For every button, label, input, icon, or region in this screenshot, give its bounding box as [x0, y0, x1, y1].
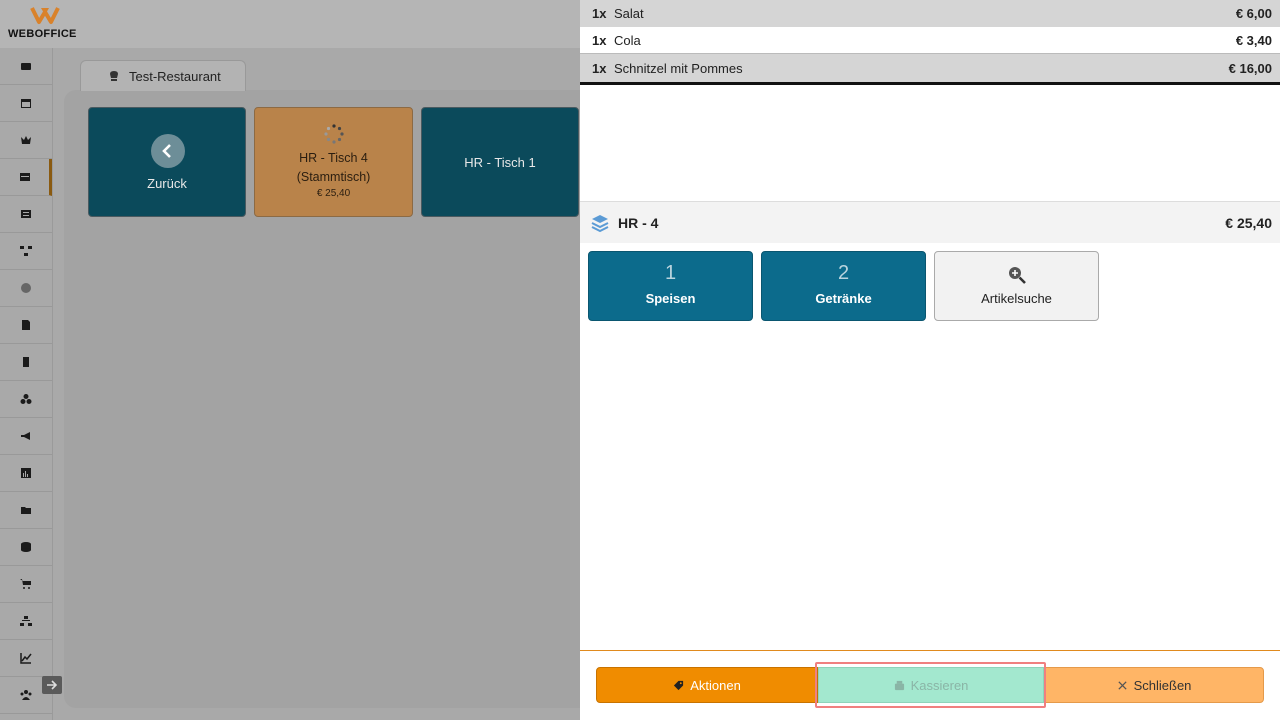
tab-label: Test-Restaurant [129, 68, 221, 84]
brand-name: WEBOFFICE [8, 28, 77, 40]
sidebar-item-page[interactable] [0, 344, 52, 381]
category-number: 1 [664, 262, 677, 284]
cubes-icon [20, 394, 32, 404]
sidebar-item-crown[interactable] [0, 122, 52, 159]
network-icon [20, 246, 32, 256]
sidebar-item-cart[interactable] [0, 566, 52, 603]
table-icon [19, 173, 30, 181]
category-number: 2 [837, 262, 850, 284]
category-label: Getränke [815, 291, 872, 306]
layers-icon [591, 215, 609, 233]
sidebar-item-document[interactable] [0, 307, 52, 344]
bar-chart-icon [21, 468, 31, 478]
order-panel: 1x Salat € 6,00 1x Cola € 3,40 1x Schnit… [580, 0, 1280, 720]
sitemap-icon [20, 616, 32, 626]
sidebar-item-network[interactable] [0, 233, 52, 270]
category-speisen-button[interactable]: 1 Speisen [588, 251, 753, 321]
page-icon [23, 357, 29, 367]
item-quantity: 1x [592, 6, 607, 21]
tag-icon [674, 680, 684, 690]
category-label: Speisen [645, 291, 696, 306]
table-tile-tisch-1[interactable]: HR - Tisch 1 [421, 107, 579, 217]
item-price: € 3,40 [1235, 32, 1272, 48]
arrow-right-icon [47, 680, 58, 690]
category-getraenke-button[interactable]: 2 Getränke [761, 251, 926, 321]
sidebar [0, 48, 53, 720]
crown-icon [21, 136, 31, 144]
chevron-left-icon [151, 134, 185, 168]
loading-spinner-icon [324, 124, 344, 144]
table-name: HR - Tisch 4 [299, 151, 368, 165]
sidebar-item-line-chart[interactable] [0, 640, 52, 677]
table-subtitle: (Stammtisch) [296, 170, 371, 184]
top-header: WEBOFFICE [0, 0, 580, 48]
item-price: € 6,00 [1235, 6, 1272, 21]
chef-hat-icon [110, 71, 118, 81]
sidebar-item-database[interactable] [0, 529, 52, 566]
sidebar-item-megaphone[interactable] [0, 418, 52, 455]
back-label: Zurück [147, 176, 187, 191]
sidebar-item-clock[interactable] [0, 270, 52, 307]
back-tile[interactable]: Zurück [88, 107, 246, 217]
cart-icon [20, 579, 31, 589]
item-quantity: 1x [592, 60, 607, 76]
sidebar-item-folder[interactable] [0, 492, 52, 529]
megaphone-icon [21, 432, 30, 440]
sidebar-item-cubes[interactable] [0, 381, 52, 418]
close-button[interactable]: Schließen [1044, 667, 1264, 703]
users-icon [20, 690, 32, 700]
table-tile-tisch-4[interactable]: HR - Tisch 4 (Stammtisch) € 25,40 [254, 107, 413, 217]
sidebar-item-sitemap[interactable] [0, 603, 52, 640]
table-amount: € 25,40 [316, 188, 351, 199]
table-name: HR - Tisch 1 [464, 155, 536, 170]
order-item-row[interactable]: 1x Salat € 6,00 [580, 0, 1280, 27]
clock-icon [21, 283, 31, 293]
background-app: WEBOFFICE Test-Restaurant Zurück HR - Ti… [0, 0, 580, 720]
list-icon [21, 210, 31, 218]
database-icon [21, 542, 31, 552]
close-icon [1117, 680, 1127, 690]
item-name: Schnitzel mit Pommes [614, 60, 743, 76]
article-search-button[interactable]: Artikelsuche [934, 251, 1099, 321]
order-item-row[interactable]: 1x Cola € 3,40 [580, 27, 1280, 54]
item-price: € 16,00 [1228, 60, 1272, 76]
close-label: Schließen [1133, 677, 1192, 693]
footer-divider [580, 650, 1280, 651]
item-quantity: 1x [592, 32, 607, 48]
line-chart-icon [20, 653, 32, 664]
order-total: € 25,40 [1225, 214, 1272, 231]
sidebar-item-calendar[interactable] [0, 85, 52, 122]
zoom-in-icon [1009, 267, 1026, 284]
actions-button[interactable]: Aktionen [596, 667, 818, 703]
calendar-icon [21, 99, 31, 108]
article-search-label: Artikelsuche [981, 291, 1052, 306]
order-item-row[interactable]: 1x Schnitzel mit Pommes € 16,00 [580, 54, 1280, 85]
sidebar-item-list[interactable] [0, 196, 52, 233]
register-icon [21, 63, 31, 70]
checkout-focus-outline [815, 662, 1046, 708]
logo-mark-icon [30, 7, 60, 24]
sidebar-item-statistics[interactable] [0, 455, 52, 492]
document-icon [22, 320, 30, 330]
order-summary-bar: HR - 4 € 25,40 [580, 201, 1280, 243]
expand-sidebar-button[interactable] [42, 676, 62, 694]
summary-table-name: HR - 4 [618, 214, 659, 231]
weboffice-logo[interactable]: WEBOFFICE [6, 6, 86, 44]
sidebar-item-register[interactable] [0, 48, 52, 85]
item-name: Salat [614, 6, 644, 21]
folder-icon [21, 507, 31, 514]
item-name: Cola [614, 32, 641, 48]
tab-test-restaurant[interactable]: Test-Restaurant [80, 60, 246, 91]
actions-label: Aktionen [690, 677, 741, 693]
sidebar-item-tables[interactable] [0, 159, 52, 196]
